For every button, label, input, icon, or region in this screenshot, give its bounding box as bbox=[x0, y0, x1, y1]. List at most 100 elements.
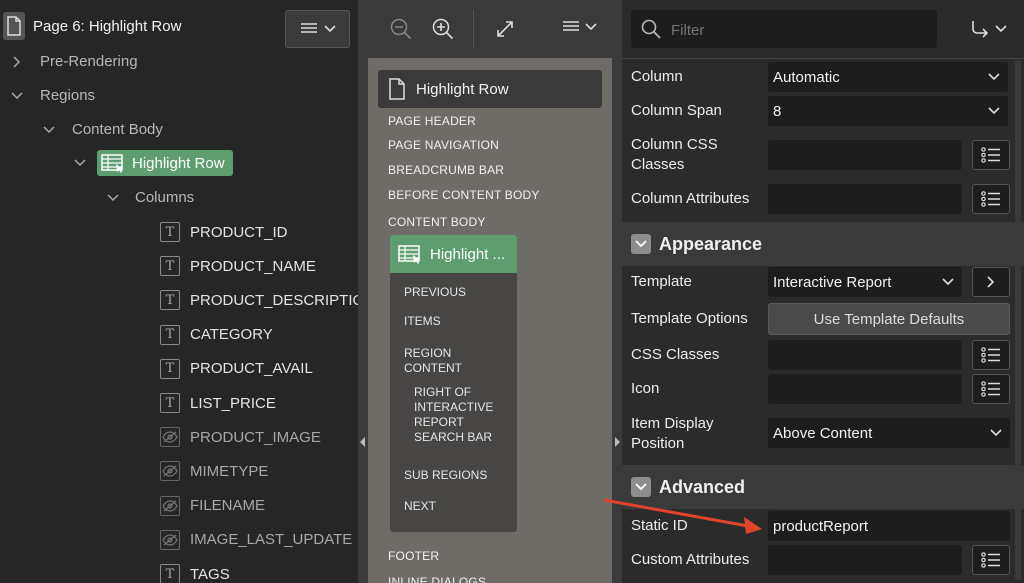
selected-region-node[interactable]: Highlight Row bbox=[97, 150, 233, 176]
tree-menu-button[interactable] bbox=[285, 10, 350, 48]
hamburger-icon bbox=[563, 21, 579, 31]
text-column-icon: T bbox=[160, 564, 180, 583]
template-select[interactable]: Interactive Report bbox=[768, 267, 962, 297]
tree-label: Content Body bbox=[72, 121, 163, 138]
caret-left-icon bbox=[360, 437, 365, 447]
region-slot-label[interactable]: REGION CONTENT bbox=[404, 346, 474, 376]
css-classes-label: CSS Classes bbox=[631, 346, 720, 363]
hidden-column-icon bbox=[160, 461, 180, 482]
column-span-value: 8 bbox=[773, 102, 782, 120]
tree-node-regions[interactable]: Regions bbox=[10, 87, 95, 104]
column-label: PRODUCT_ID bbox=[190, 223, 288, 241]
layout-page-node[interactable]: Highlight Row bbox=[378, 70, 602, 108]
position-label[interactable]: PAGE HEADER bbox=[388, 114, 476, 128]
css-classes-input[interactable] bbox=[768, 340, 962, 370]
column-css-classes-label: Column CSS Classes bbox=[631, 136, 718, 173]
page-title: Page 6: Highlight Row bbox=[33, 18, 182, 35]
region-slot-label[interactable]: NEXT bbox=[404, 499, 514, 514]
column-node[interactable]: T TAGS bbox=[160, 564, 230, 583]
position-label[interactable]: PAGE NAVIGATION bbox=[388, 138, 499, 152]
icon-input[interactable] bbox=[768, 374, 962, 404]
position-label[interactable]: FOOTER bbox=[388, 549, 439, 563]
hamburger-icon bbox=[300, 23, 317, 33]
item-display-position-value: Above Content bbox=[773, 424, 873, 442]
column-node[interactable]: T PRODUCT_NAME bbox=[160, 256, 316, 277]
text-column-icon: T bbox=[160, 393, 180, 413]
chevron-down-icon bbox=[323, 25, 336, 33]
column-node[interactable]: PRODUCT_IMAGE bbox=[160, 427, 321, 448]
chevron-down-icon bbox=[988, 73, 1000, 81]
layout-panel: Highlight Row PAGE HEADER PAGE NAVIGATION… bbox=[368, 0, 612, 583]
column-node[interactable]: FILENAME bbox=[160, 495, 266, 516]
position-label[interactable]: CONTENT BODY bbox=[388, 215, 486, 229]
column-label: PRODUCT_NAME bbox=[190, 257, 316, 275]
template-goto-button[interactable] bbox=[972, 267, 1010, 297]
column-css-classes-input[interactable] bbox=[768, 140, 962, 170]
column-node[interactable]: T CATEGORY bbox=[160, 324, 273, 345]
tree-node-columns[interactable]: Columns bbox=[106, 189, 194, 206]
appearance-section-header[interactable]: Appearance bbox=[622, 222, 1024, 266]
text-column-icon: T bbox=[160, 222, 180, 242]
column-attributes-input[interactable] bbox=[768, 184, 962, 214]
position-label[interactable]: BREADCRUMB BAR bbox=[388, 163, 504, 177]
custom-attributes-input[interactable] bbox=[768, 545, 962, 575]
region-slot-label[interactable]: ITEMS bbox=[404, 314, 514, 329]
static-id-input[interactable]: productReport bbox=[768, 511, 1010, 541]
region-slot-label[interactable]: RIGHT OF INTERACTIVE REPORT SEARCH BAR bbox=[414, 385, 504, 445]
column-label: FILENAME bbox=[190, 497, 266, 515]
list-button[interactable] bbox=[972, 184, 1010, 214]
column-node[interactable]: T PRODUCT_ID bbox=[160, 222, 288, 242]
column-label: Column bbox=[631, 68, 683, 85]
column-span-label: Column Span bbox=[631, 102, 722, 119]
region-card-header[interactable]: Highlight ... bbox=[390, 235, 517, 273]
list-button[interactable] bbox=[972, 374, 1010, 404]
zoom-out-icon[interactable] bbox=[390, 18, 412, 40]
layout-toolbar bbox=[368, 0, 612, 58]
scrollbar[interactable] bbox=[1015, 60, 1021, 580]
chevron-down-icon bbox=[11, 91, 23, 99]
list-icon bbox=[981, 552, 1000, 568]
region-slot-label[interactable]: PREVIOUS bbox=[404, 285, 514, 300]
arrow-turn-icon bbox=[972, 21, 989, 38]
chevron-right-icon bbox=[13, 55, 21, 68]
toolbar-divider bbox=[473, 10, 474, 48]
caret-right-icon bbox=[615, 437, 620, 447]
list-icon bbox=[981, 147, 1000, 163]
use-template-defaults-button[interactable]: Use Template Defaults bbox=[768, 303, 1010, 335]
filter-input[interactable] bbox=[669, 17, 923, 43]
list-icon bbox=[981, 347, 1000, 363]
tree-label: Pre-Rendering bbox=[40, 53, 138, 70]
custom-attributes-label: Custom Attributes bbox=[631, 551, 750, 568]
list-button[interactable] bbox=[972, 545, 1010, 575]
position-label[interactable]: INLINE DIALOGS bbox=[388, 575, 486, 583]
page-icon bbox=[389, 78, 405, 100]
zoom-in-icon[interactable] bbox=[432, 18, 454, 40]
item-display-position-select[interactable]: Above Content bbox=[768, 418, 1010, 448]
column-node[interactable]: MIMETYPE bbox=[160, 461, 268, 482]
list-button[interactable] bbox=[972, 340, 1010, 370]
tree-node-pre-rendering[interactable]: Pre-Rendering bbox=[10, 53, 138, 70]
list-button[interactable] bbox=[972, 140, 1010, 170]
region-slot-label[interactable]: SUB REGIONS bbox=[404, 468, 514, 483]
tree-node-content-body[interactable]: Content Body bbox=[42, 121, 163, 138]
column-node[interactable]: T PRODUCT_DESCRIPTION bbox=[160, 290, 358, 311]
section-title: Appearance bbox=[659, 233, 763, 254]
collapse-toggle[interactable] bbox=[631, 234, 651, 254]
position-label[interactable]: BEFORE CONTENT BODY bbox=[388, 188, 540, 202]
chevron-down-icon bbox=[988, 107, 1000, 115]
left-splitter[interactable] bbox=[358, 0, 368, 583]
expand-icon[interactable] bbox=[496, 20, 514, 38]
tree-node-highlight-row[interactable]: Highlight Row bbox=[73, 150, 233, 176]
list-icon bbox=[981, 191, 1000, 207]
filter-field[interactable] bbox=[631, 10, 937, 48]
column-node[interactable]: IMAGE_LAST_UPDATE bbox=[160, 529, 352, 550]
region-card[interactable]: Highlight ... PREVIOUS ITEMS REGION CONTEN… bbox=[390, 235, 517, 532]
column-select[interactable]: Automatic bbox=[768, 62, 1008, 92]
text-column-icon: T bbox=[160, 358, 180, 379]
column-span-select[interactable]: 8 bbox=[768, 96, 1008, 126]
column-node[interactable]: T PRODUCT_AVAIL bbox=[160, 358, 313, 379]
layout-menu-button[interactable] bbox=[563, 20, 597, 34]
goto-group-button[interactable] bbox=[970, 20, 1007, 38]
text-column-icon: T bbox=[160, 256, 180, 277]
column-node[interactable]: T LIST_PRICE bbox=[160, 393, 276, 413]
